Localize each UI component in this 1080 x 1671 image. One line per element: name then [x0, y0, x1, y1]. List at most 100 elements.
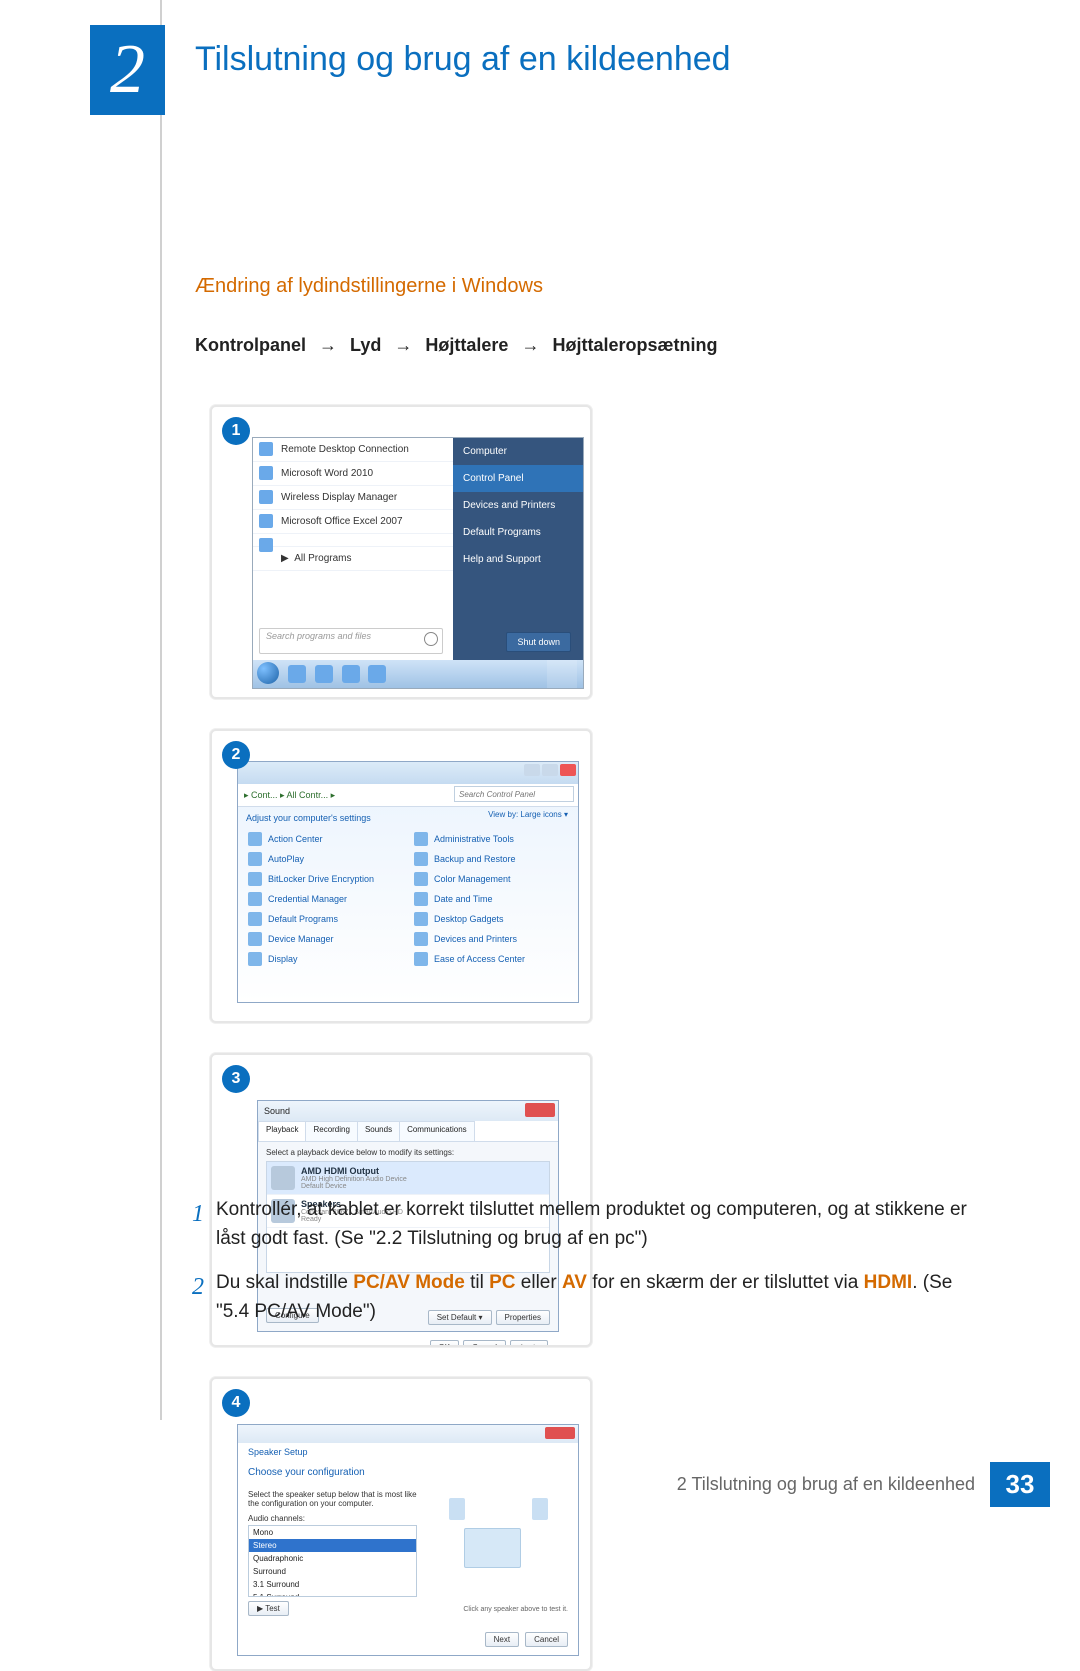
instruction-text: Kontrollér, at kablet er korrekt tilslut… — [216, 1196, 990, 1253]
sound-tab[interactable]: Communications — [399, 1121, 475, 1141]
breadcrumb-item: Kontrolpanel — [195, 335, 306, 355]
chapter-title: Tilslutning og brug af en kildeenhed — [195, 40, 731, 79]
start-menu-right-item[interactable]: Default Programs — [453, 519, 583, 546]
system-tray[interactable] — [547, 660, 577, 688]
shutdown-button[interactable]: Shut down — [506, 632, 571, 652]
monitor-icon — [464, 1528, 521, 1568]
address-crumbs: ▸ Cont... ▸ All Contr... ▸ — [244, 790, 335, 800]
sound-tabs: PlaybackRecordingSoundsCommunications — [258, 1121, 558, 1142]
start-menu-right-item[interactable]: Devices and Printers — [453, 492, 583, 519]
start-menu-item[interactable]: Microsoft Word 2010 — [253, 462, 453, 486]
breadcrumb-item: Højttaleropsætning — [552, 335, 717, 355]
start-menu-item[interactable]: Wireless Display Manager — [253, 486, 453, 510]
page-footer: 2 Tilslutning og brug af en kildeenhed 3… — [677, 1462, 1050, 1507]
start-menu-right-item[interactable]: Help and Support — [453, 546, 583, 573]
instruction-list: 1Kontrollér, at kablet er korrekt tilslu… — [180, 1196, 990, 1342]
playback-device[interactable]: AMD HDMI OutputAMD High Definition Audio… — [267, 1162, 549, 1195]
taskbar-icon[interactable] — [315, 665, 333, 683]
start-search-input[interactable]: Search programs and files — [259, 628, 443, 654]
wizard-body: Select the speaker setup below that is m… — [238, 1484, 578, 1617]
device-icon — [271, 1166, 295, 1190]
start-menu-item[interactable] — [253, 534, 453, 547]
audio-channels-list[interactable]: MonoStereoQuadraphonicSurround3.1 Surrou… — [248, 1525, 417, 1597]
window-titlebar — [238, 762, 578, 784]
breadcrumb-item: Højttalere — [425, 335, 508, 355]
instruction-row: 1Kontrollér, at kablet er korrekt tilslu… — [180, 1196, 990, 1253]
cancel-button[interactable]: Cancel — [525, 1632, 568, 1647]
left-column: Select the speaker setup below that is m… — [248, 1488, 417, 1613]
figure-1: 1 Remote Desktop ConnectionMicrosoft Wor… — [210, 405, 592, 699]
start-menu: Remote Desktop ConnectionMicrosoft Word … — [252, 437, 584, 689]
audio-channel-option[interactable]: Quadraphonic — [249, 1552, 416, 1565]
left-margin-rule — [160, 0, 162, 1420]
control-panel-search[interactable] — [454, 786, 574, 802]
control-panel-window: ▸ Cont... ▸ All Contr... ▸ Adjust your c… — [237, 761, 579, 1003]
chapter-number: 2 — [110, 30, 145, 110]
max-icon[interactable] — [542, 764, 558, 776]
left-speaker-icon[interactable] — [449, 1498, 465, 1520]
start-menu-right-item[interactable]: Computer — [453, 438, 583, 465]
cp-item[interactable]: Desktop Gadgets — [408, 909, 574, 929]
test-button[interactable]: ▶ Test — [248, 1601, 289, 1616]
taskbar-icon[interactable] — [288, 665, 306, 683]
cp-item-icon — [248, 832, 262, 846]
right-speaker-icon[interactable] — [532, 1498, 548, 1520]
step-bubble-4: 4 — [222, 1389, 250, 1417]
next-button[interactable]: Next — [485, 1632, 519, 1647]
page: 2 Tilslutning og brug af en kildeenhed Æ… — [0, 0, 1080, 1527]
cp-item[interactable]: Action Center — [242, 829, 408, 849]
close-icon[interactable] — [525, 1103, 555, 1117]
cp-item[interactable]: Color Management — [408, 869, 574, 889]
cp-item[interactable]: Devices and Printers — [408, 929, 574, 949]
app-icon — [259, 466, 273, 480]
min-icon[interactable] — [524, 764, 540, 776]
sound-tab[interactable]: Recording — [305, 1121, 357, 1141]
audio-channel-option[interactable]: Stereo — [249, 1539, 416, 1552]
cp-item[interactable]: Default Programs — [242, 909, 408, 929]
step-bubble-1: 1 — [222, 417, 250, 445]
taskbar-icon[interactable] — [368, 665, 386, 683]
step-bubble-2: 2 — [222, 741, 250, 769]
audio-channel-option[interactable]: 3.1 Surround — [249, 1578, 416, 1591]
start-menu-item[interactable]: Microsoft Office Excel 2007 — [253, 510, 453, 534]
cp-item[interactable]: Date and Time — [408, 889, 574, 909]
cp-item[interactable]: AutoPlay — [242, 849, 408, 869]
cp-item[interactable]: BitLocker Drive Encryption — [242, 869, 408, 889]
audio-channel-option[interactable]: Surround — [249, 1565, 416, 1578]
cp-item[interactable]: Administrative Tools — [408, 829, 574, 849]
close-icon[interactable] — [545, 1427, 575, 1439]
taskbar-icon[interactable] — [342, 665, 360, 683]
cp-item[interactable]: Backup and Restore — [408, 849, 574, 869]
arrow-icon: → — [394, 335, 412, 356]
address-bar[interactable]: ▸ Cont... ▸ All Contr... ▸ — [238, 784, 578, 807]
cp-item[interactable]: Display — [242, 949, 408, 969]
window-buttons — [524, 764, 576, 776]
close-icon[interactable] — [560, 764, 576, 776]
audio-channel-option[interactable]: Mono — [249, 1526, 416, 1539]
breadcrumb-item: Lyd — [350, 335, 381, 355]
cp-item[interactable]: Ease of Access Center — [408, 949, 574, 969]
cp-item[interactable]: Device Manager — [242, 929, 408, 949]
start-orb-icon[interactable] — [257, 662, 279, 684]
page-number: 33 — [990, 1462, 1050, 1507]
view-by-label[interactable]: View by: Large icons ▾ — [488, 810, 568, 819]
dialog-title-text: Sound — [264, 1106, 290, 1116]
wizard-footer: Next Cancel — [248, 1632, 568, 1647]
start-menu-item[interactable]: ▶ All Programs — [253, 547, 453, 571]
cp-item-icon — [248, 872, 262, 886]
arrow-icon: → — [319, 335, 337, 356]
start-menu-right-item[interactable]: Control Panel — [453, 465, 583, 492]
start-menu-item[interactable]: Remote Desktop Connection — [253, 438, 453, 462]
app-icon — [259, 442, 273, 456]
step-bubble-3: 3 — [222, 1065, 250, 1093]
audio-channel-option[interactable]: 5.1 Surround — [249, 1591, 416, 1597]
instruction-number: 2 — [180, 1269, 216, 1326]
chapter-badge: 2 — [90, 25, 165, 115]
sound-tab[interactable]: Playback — [258, 1121, 306, 1141]
cp-item-icon — [414, 912, 428, 926]
search-icon — [424, 632, 438, 646]
placeholder-text: Search programs and files — [266, 631, 371, 641]
sound-tab[interactable]: Sounds — [357, 1121, 400, 1141]
cp-item[interactable]: Credential Manager — [242, 889, 408, 909]
diagram-hint: Click any speaker above to test it. — [463, 1606, 568, 1613]
